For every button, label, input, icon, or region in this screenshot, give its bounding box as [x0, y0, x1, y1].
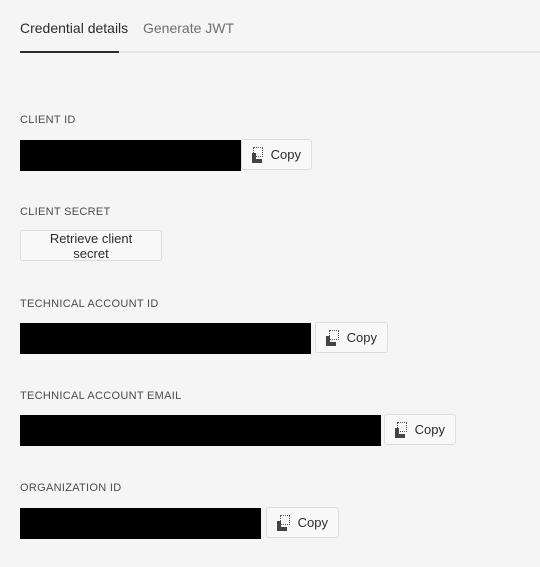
copy-icon: [277, 514, 290, 531]
organization-id-value-redacted: [20, 508, 261, 539]
retrieve-client-secret-label: Retrieve client secret: [49, 230, 133, 261]
client-id-label: CLIENT ID: [20, 114, 76, 126]
copy-icon: [395, 421, 407, 438]
retrieve-client-secret-button[interactable]: Retrieve client secret: [20, 230, 162, 261]
technical-account-id-value-redacted: [20, 323, 311, 354]
copy-technical-account-id-button[interactable]: Copy: [315, 322, 388, 353]
copy-label: Copy: [297, 515, 328, 530]
active-tab-indicator: [20, 51, 119, 53]
technical-account-email-label: TECHNICAL ACCOUNT EMAIL: [20, 390, 182, 402]
tab-credential-details[interactable]: Credential details: [20, 20, 128, 36]
copy-icon: [252, 146, 263, 163]
technical-account-email-value-redacted: [20, 415, 381, 446]
client-secret-label: CLIENT SECRET: [20, 206, 111, 218]
tab-bar: Credential details Generate JWT: [20, 0, 540, 53]
client-id-value-redacted: [20, 140, 241, 171]
copy-icon: [326, 329, 339, 346]
copy-technical-account-email-button[interactable]: Copy: [384, 414, 456, 445]
copy-organization-id-button[interactable]: Copy: [266, 507, 339, 538]
technical-account-id-label: TECHNICAL ACCOUNT ID: [20, 298, 159, 310]
copy-label: Copy: [346, 330, 377, 345]
copy-client-id-button[interactable]: Copy: [241, 139, 312, 170]
organization-id-label: ORGANIZATION ID: [20, 482, 122, 494]
copy-label: Copy: [414, 422, 445, 437]
copy-label: Copy: [270, 147, 301, 162]
tab-generate-jwt[interactable]: Generate JWT: [143, 20, 234, 36]
